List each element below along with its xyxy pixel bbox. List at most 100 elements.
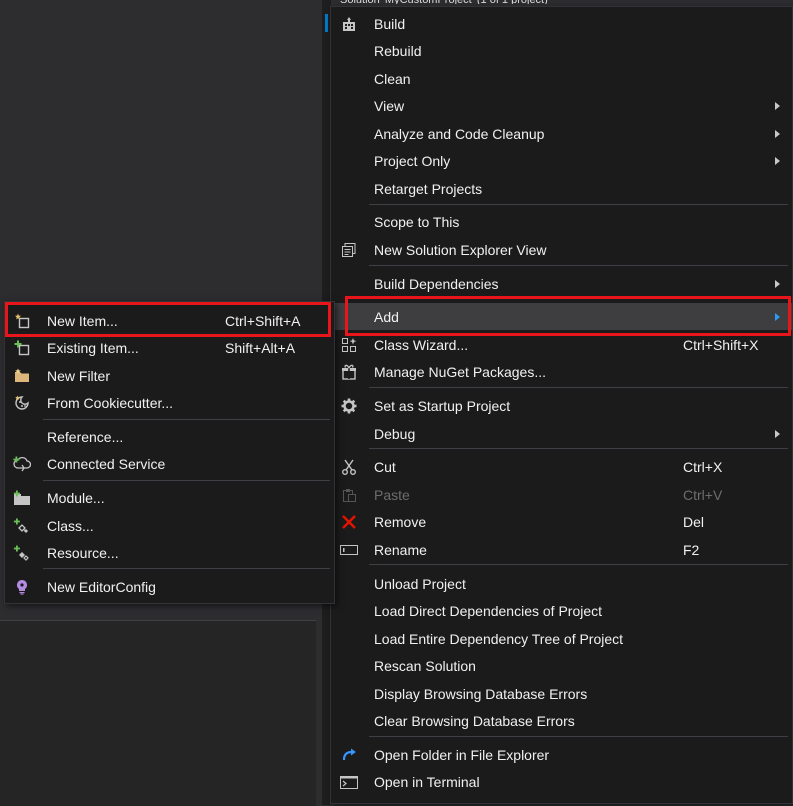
menu-item-rescan-solution[interactable]: Rescan Solution	[331, 652, 792, 679]
menu-separator	[369, 448, 788, 449]
menu-item-scope-to-this[interactable]: Scope to This	[331, 208, 792, 235]
module-icon	[13, 489, 31, 507]
selection-indicator	[325, 14, 328, 32]
menu-item-shortcut: Ctrl+Shift+X	[683, 336, 759, 353]
menu-item-new-filter[interactable]: New Filter	[5, 362, 334, 389]
submenu-arrow-icon	[775, 312, 780, 321]
menu-separator	[369, 736, 788, 737]
menu-item-label: Connected Service	[47, 455, 166, 472]
menu-item-label: Display Browsing Database Errors	[374, 685, 588, 702]
submenu-arrow-icon	[775, 429, 780, 438]
menu-item-new-editorconfig[interactable]: New EditorConfig	[5, 573, 334, 600]
menu-item-open-folder-in-explorer[interactable]: Open Folder in File Explorer	[331, 741, 792, 768]
menu-item-view[interactable]: View	[331, 92, 792, 119]
menu-separator	[369, 564, 788, 565]
menu-item-label: Class Wizard...	[374, 336, 469, 353]
rename-icon	[340, 541, 358, 559]
menu-item-label: New Solution Explorer View	[374, 241, 547, 258]
menu-item-label: Build Dependencies	[374, 275, 499, 292]
menu-item-resource[interactable]: Resource...	[5, 539, 334, 566]
menu-item-label: Module...	[47, 489, 105, 506]
menu-separator	[369, 265, 788, 266]
menu-item-label: Clear Browsing Database Errors	[374, 712, 575, 729]
menu-item-add[interactable]: Add	[331, 303, 792, 330]
menu-item-label: Rescan Solution	[374, 657, 476, 674]
submenu-arrow-icon	[775, 279, 780, 288]
menu-item-debug[interactable]: Debug	[331, 420, 792, 447]
menu-item-project-only[interactable]: Project Only	[331, 147, 792, 174]
menu-item-label: Debug	[374, 425, 416, 442]
menu-separator	[43, 480, 330, 481]
remove-icon	[340, 513, 358, 531]
menu-item-label: New EditorConfig	[47, 578, 156, 595]
refresh-folder-icon	[340, 746, 358, 764]
menu-item-label: Unload Project	[374, 575, 466, 592]
menu-item-load-direct-dependencies[interactable]: Load Direct Dependencies of Project	[331, 597, 792, 624]
menu-item-clear-browsing-db-errors[interactable]: Clear Browsing Database Errors	[331, 707, 792, 734]
menu-item-label: View	[374, 97, 405, 114]
menu-item-retarget-projects[interactable]: Retarget Projects	[331, 175, 792, 202]
menu-item-label: From Cookiecutter...	[47, 394, 174, 411]
project-context-menu: Build Rebuild Clean View Analyze and Cod…	[330, 6, 793, 804]
class-icon	[13, 517, 31, 535]
menu-item-shortcut: Ctrl+V	[683, 486, 723, 503]
menu-item-display-browsing-db-errors[interactable]: Display Browsing Database Errors	[331, 680, 792, 707]
nuget-icon	[340, 363, 358, 381]
menu-item-label: Load Direct Dependencies of Project	[374, 602, 603, 619]
submenu-arrow-icon	[775, 129, 780, 138]
new-solution-view-icon	[340, 241, 358, 259]
menu-item-unload-project[interactable]: Unload Project	[331, 570, 792, 597]
menu-item-rebuild[interactable]: Rebuild	[331, 37, 792, 64]
menu-item-open-in-terminal[interactable]: Open in Terminal	[331, 768, 792, 795]
menu-item-label: Reference...	[47, 428, 124, 445]
menu-item-label: Class...	[47, 517, 94, 534]
terminal-icon	[340, 773, 358, 791]
menu-item-label: Resource...	[47, 544, 119, 561]
menu-item-new-solution-explorer-view[interactable]: New Solution Explorer View	[331, 236, 792, 263]
menu-item-reference[interactable]: Reference...	[5, 423, 334, 450]
menu-item-existing-item[interactable]: Existing Item... Shift+Alt+A	[5, 334, 334, 361]
menu-item-shortcut: Ctrl+X	[683, 458, 723, 475]
class-wizard-icon	[340, 336, 358, 354]
menu-item-set-startup-project[interactable]: Set as Startup Project	[331, 392, 792, 419]
build-icon	[340, 15, 358, 33]
menu-item-class-wizard[interactable]: Class Wizard... Ctrl+Shift+X	[331, 331, 792, 358]
menu-item-label: Scope to This	[374, 213, 460, 230]
menu-item-class[interactable]: Class...	[5, 512, 334, 539]
menu-separator	[43, 419, 330, 420]
menu-item-label: New Filter	[47, 367, 111, 384]
paste-icon	[340, 486, 358, 504]
scissors-icon	[340, 458, 358, 476]
menu-item-label: Open in Terminal	[374, 773, 480, 790]
menu-item-connected-service[interactable]: Connected Service	[5, 450, 334, 477]
gear-icon	[340, 397, 358, 415]
menu-item-label: Paste	[374, 486, 410, 503]
menu-item-clean[interactable]: Clean	[331, 65, 792, 92]
menu-item-build-dependencies[interactable]: Build Dependencies	[331, 270, 792, 297]
menu-item-shortcut: Ctrl+Shift+A	[225, 312, 301, 329]
add-submenu: New Item... Ctrl+Shift+A Existing Item..…	[4, 301, 335, 604]
menu-item-build[interactable]: Build	[331, 10, 792, 37]
connected-service-icon	[13, 455, 31, 473]
menu-item-from-cookiecutter[interactable]: From Cookiecutter...	[5, 389, 334, 416]
menu-item-module[interactable]: Module...	[5, 484, 334, 511]
menu-item-label: Set as Startup Project	[374, 397, 511, 414]
menu-separator	[369, 204, 788, 205]
menu-separator	[43, 568, 330, 569]
menu-item-analyze[interactable]: Analyze and Code Cleanup	[331, 120, 792, 147]
menu-item-label: Open Folder in File Explorer	[374, 746, 550, 763]
editorconfig-icon	[13, 578, 31, 596]
menu-item-cut[interactable]: Cut Ctrl+X	[331, 453, 792, 480]
menu-item-remove[interactable]: Remove Del	[331, 508, 792, 535]
menu-item-paste[interactable]: Paste Ctrl+V	[331, 481, 792, 508]
menu-item-manage-nuget[interactable]: Manage NuGet Packages...	[331, 358, 792, 385]
solution-node-label: Solution 'MyCustomProject' (1 of 1 proje…	[340, 0, 630, 4]
menu-separator	[369, 387, 788, 388]
menu-item-label: Remove	[374, 513, 427, 530]
menu-item-new-item[interactable]: New Item... Ctrl+Shift+A	[5, 307, 334, 334]
menu-item-label: Build	[374, 15, 406, 32]
menu-item-rename[interactable]: Rename F2	[331, 536, 792, 563]
menu-item-label: Load Entire Dependency Tree of Project	[374, 630, 624, 647]
menu-item-load-entire-dependency-tree[interactable]: Load Entire Dependency Tree of Project	[331, 625, 792, 652]
menu-item-label: Clean	[374, 70, 411, 87]
